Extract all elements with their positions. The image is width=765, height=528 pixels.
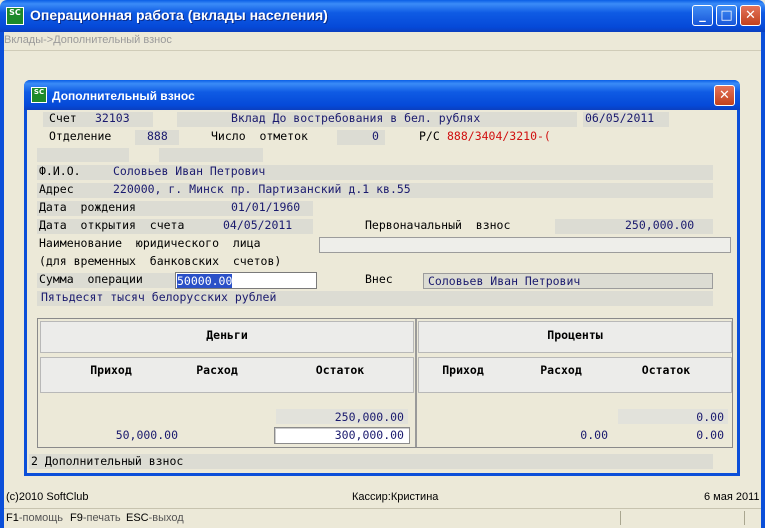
cashier-text: Кассир:Кристина bbox=[352, 491, 439, 503]
dialog-close-button[interactable]: ✕ bbox=[714, 85, 735, 106]
sum-input[interactable]: 50000.00 bbox=[175, 272, 317, 289]
col-money-balance: Остаток bbox=[315, 363, 365, 377]
statusbar-divider bbox=[620, 511, 621, 525]
operation-footer: 2 Дополнительный взнос bbox=[31, 454, 184, 468]
hotkey-f9[interactable]: F9-печать bbox=[70, 512, 121, 524]
col-pct-balance: Остаток bbox=[641, 363, 691, 377]
operation-date: 06/05/2011 bbox=[585, 111, 655, 125]
col-money-expense: Расход bbox=[196, 363, 238, 377]
dialog-titlebar: SC Дополнительный взнос ✕ bbox=[24, 80, 740, 110]
col-money-income: Приход bbox=[90, 363, 132, 377]
info-statusbar: (c)2010 SoftClub Кассир:Кристина 6 мая 2… bbox=[4, 488, 761, 506]
maximize-button[interactable]: □ bbox=[716, 5, 737, 26]
row2-pct-expense: 0.00 bbox=[580, 428, 608, 442]
account-label: Счет bbox=[49, 111, 77, 125]
initial-deposit-label: Первоначальный взнос bbox=[365, 218, 511, 232]
hotkey-f1-text: -помощь bbox=[18, 512, 64, 524]
hotkey-esc[interactable]: ESC-выход bbox=[126, 512, 184, 524]
address-value: 220000, г. Минск пр. Партизанский д.1 кв… bbox=[113, 182, 411, 196]
address-label: Адрес bbox=[39, 182, 74, 196]
legal-entity-label: Наименование юридического лица bbox=[39, 236, 261, 250]
close-button[interactable]: ✕ bbox=[740, 5, 761, 26]
row2-money-balance: 300,000.00 bbox=[334, 428, 404, 442]
branch-label: Отделение bbox=[49, 129, 112, 143]
breadcrumb: Вклады->Дополнительный взнос bbox=[4, 34, 172, 46]
row2-pct-balance: 0.00 bbox=[696, 428, 724, 442]
dialog-title: Дополнительный взнос bbox=[52, 89, 195, 103]
legal-entity-note: (для временных банковских счетов) bbox=[39, 254, 282, 268]
balance-table: Деньги Проценты Приход Расход Остаток Пр… bbox=[37, 318, 733, 448]
money-header: Деньги bbox=[206, 328, 248, 342]
sum-in-words: Пятьдесят тысяч белорусских рублей bbox=[41, 290, 277, 304]
sum-input-value: 50000.00 bbox=[177, 274, 233, 288]
marks-label: Число отметок bbox=[211, 129, 308, 143]
hotkey-f9-text: -печать bbox=[82, 512, 121, 524]
payer-value: Соловьев Иван Петрович bbox=[428, 274, 581, 288]
fio-value: Соловьев Иван Петрович bbox=[113, 164, 266, 178]
legal-entity-field[interactable] bbox=[319, 237, 731, 253]
birth-label: Дата рождения bbox=[39, 200, 136, 214]
percent-header: Проценты bbox=[547, 328, 603, 342]
hotkey-esc-text: -выход bbox=[148, 512, 184, 524]
hotkey-f9-key: F9 bbox=[70, 512, 83, 524]
hotkey-statusbar: F1-помощь F9-печать ESC-выход bbox=[4, 508, 761, 528]
softclub-app-icon: SC bbox=[6, 7, 24, 25]
rs-label: Р/С bbox=[419, 129, 440, 143]
minimize-button[interactable]: _ bbox=[692, 5, 713, 26]
open-date-label: Дата открытия счета bbox=[39, 218, 185, 232]
rs-value: 888/3404/3210-( bbox=[447, 129, 551, 143]
deposit-type: Вклад До востребования в бел. рублях bbox=[231, 111, 481, 125]
account-number: 32103 bbox=[95, 111, 130, 125]
col-pct-expense: Расход bbox=[540, 363, 582, 377]
branch-number: 888 bbox=[147, 129, 168, 143]
main-titlebar: SC Операционная работа (вклады населения… bbox=[0, 0, 765, 32]
copyright-text: (c)2010 SoftClub bbox=[6, 491, 89, 503]
row1-pct-balance: 0.00 bbox=[696, 410, 724, 424]
hotkey-esc-key: ESC bbox=[126, 512, 149, 524]
marks-count: 0 bbox=[372, 129, 379, 143]
softclub-dialog-icon: SC bbox=[31, 87, 47, 103]
window-title: Операционная работа (вклады населения) bbox=[30, 7, 328, 23]
birth-value: 01/01/1960 bbox=[231, 200, 301, 214]
hotkey-f1[interactable]: F1-помощь bbox=[6, 512, 63, 524]
additional-deposit-dialog: SC Дополнительный взнос ✕ Счет 32103 Вкл… bbox=[24, 80, 740, 476]
col-pct-income: Приход bbox=[442, 363, 484, 377]
row2-money-income: 50,000.00 bbox=[115, 428, 178, 442]
breadcrumb-divider bbox=[4, 50, 761, 51]
hotkey-f1-key: F1 bbox=[6, 512, 19, 524]
row1-money-balance: 250,000.00 bbox=[334, 410, 404, 424]
payer-field[interactable]: Соловьев Иван Петрович bbox=[423, 273, 713, 289]
fio-label: Ф.И.О. bbox=[39, 164, 81, 178]
initial-deposit-value: 250,000.00 bbox=[625, 218, 695, 232]
status-date: 6 мая 2011 bbox=[704, 491, 760, 503]
dialog-body: Счет 32103 Вклад До востребования в бел.… bbox=[27, 110, 737, 473]
statusbar-divider bbox=[744, 511, 745, 525]
sum-label: Сумма операции bbox=[39, 272, 143, 286]
open-date-value: 04/05/2011 bbox=[223, 218, 293, 232]
payer-label: Внес bbox=[365, 272, 393, 286]
